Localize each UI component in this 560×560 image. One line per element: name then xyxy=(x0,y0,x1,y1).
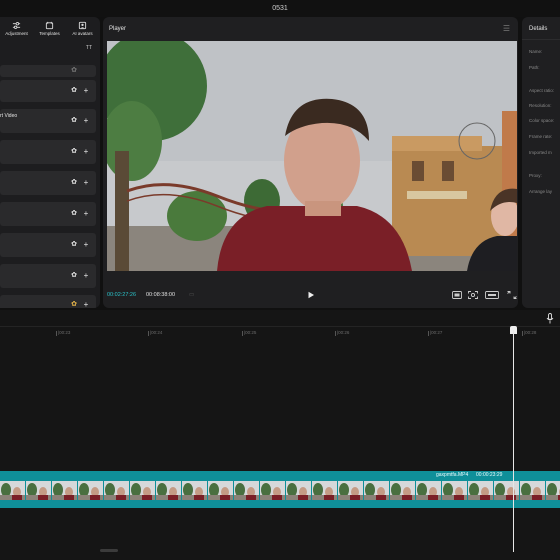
video-preview[interactable] xyxy=(107,41,517,271)
clip-thumbnails xyxy=(0,481,560,500)
star-icon[interactable]: ✿ xyxy=(70,117,78,125)
tab-ai-avatars[interactable]: AI avatars xyxy=(66,17,99,42)
current-time: 00:02:27:26 xyxy=(107,292,137,298)
detail-proxy: Proxy: xyxy=(529,173,542,178)
details-title: Details xyxy=(529,26,548,32)
tab-templates[interactable]: Templates xyxy=(33,17,66,42)
add-icon[interactable]: + xyxy=(82,241,90,249)
clip-name: gaxpmtfa.MP4 xyxy=(436,472,469,478)
timeline-toolbar xyxy=(0,310,560,327)
list-item[interactable]: ✿ + xyxy=(0,140,96,164)
detail-resolution: Resolution: xyxy=(529,103,552,108)
ruler-tick: |00:24 xyxy=(147,330,163,336)
detail-path: Path: xyxy=(529,65,540,70)
tab-adjustment-label: Adjustment xyxy=(5,31,28,36)
list-item[interactable]: ✿ + xyxy=(0,202,96,226)
list-item[interactable]: ✿ + xyxy=(0,233,96,257)
star-icon[interactable]: ✿ xyxy=(70,67,78,75)
panel-tabs: Adjustment Templates AI avatars xyxy=(0,17,100,42)
text-filter[interactable]: TT xyxy=(0,42,100,53)
list-item[interactable]: ✿ + xyxy=(0,295,96,308)
playhead[interactable] xyxy=(513,330,514,552)
text-filter-label: TT xyxy=(85,44,92,51)
sliders-icon xyxy=(12,22,21,29)
star-icon[interactable]: ✿ xyxy=(70,272,78,280)
total-time: 00:08:38:00 xyxy=(146,292,176,298)
fullscreen-icon[interactable] xyxy=(507,291,517,299)
list-item[interactable]: ✿ + xyxy=(0,80,96,102)
fit-icon[interactable] xyxy=(468,291,478,299)
clip-duration: 00:00:23:29 xyxy=(476,472,503,478)
star-icon[interactable]: ✿ xyxy=(70,87,78,95)
detail-name: Name: xyxy=(529,49,543,54)
quality-icon[interactable] xyxy=(485,291,499,299)
ruler-tick: |00:28 xyxy=(521,330,537,336)
ruler-tick: |00:25 xyxy=(241,330,257,336)
tab-templates-label: Templates xyxy=(39,31,60,36)
video-frame xyxy=(107,41,517,271)
ratio-icon[interactable] xyxy=(452,291,462,299)
add-icon[interactable]: + xyxy=(82,148,90,156)
detail-frame-rate: Frame rate: xyxy=(529,134,553,139)
star-icon[interactable]: ✿ xyxy=(70,301,78,308)
add-icon[interactable]: + xyxy=(82,179,90,187)
detail-color-space: Color space: xyxy=(529,118,555,123)
add-icon[interactable]: + xyxy=(82,87,90,95)
ruler-tick: |00:27 xyxy=(427,330,443,336)
ruler-tick: |00:26 xyxy=(334,330,350,336)
time-ruler[interactable]: |00:23 |00:24 |00:25 |00:26 |00:27 |00:2… xyxy=(0,327,560,341)
avatar-icon xyxy=(78,21,87,30)
menu-icon[interactable]: ☰ xyxy=(503,24,510,33)
microphone-icon[interactable] xyxy=(546,313,554,324)
tab-adjustment[interactable]: Adjustment xyxy=(0,17,33,42)
play-icon[interactable] xyxy=(307,291,315,299)
tab-ai-avatars-label: AI avatars xyxy=(72,31,93,36)
list-item[interactable]: ✿ + xyxy=(0,171,96,195)
title-bar: 0531 xyxy=(0,0,560,17)
window-title: 0531 xyxy=(272,5,288,12)
detail-arrange-layers: Arrange lay xyxy=(529,189,553,194)
video-track[interactable]: gaxpmtfa.MP4 00:00:23:29 xyxy=(0,471,560,508)
templates-icon xyxy=(45,21,54,30)
timecode-toggle-icon[interactable]: ▭ xyxy=(189,292,194,298)
list-item[interactable]: ✿ xyxy=(0,65,96,77)
add-icon[interactable]: + xyxy=(82,301,90,309)
detail-aspect-ratio: Aspect ratio: xyxy=(529,88,555,93)
list-item-label: rt Video xyxy=(0,113,18,119)
horizontal-scrollbar[interactable] xyxy=(100,549,118,552)
star-icon[interactable]: ✿ xyxy=(70,179,78,187)
list-item[interactable]: ✿ + xyxy=(0,264,96,288)
add-icon[interactable]: + xyxy=(82,117,90,125)
list-item[interactable]: rt Video ✿ + xyxy=(0,109,96,133)
detail-imported: Imported m xyxy=(529,150,552,155)
details-panel: Details Name: Path: Aspect ratio: Resolu… xyxy=(522,17,560,308)
star-icon[interactable]: ✿ xyxy=(70,148,78,156)
add-icon[interactable]: + xyxy=(82,210,90,218)
ruler-tick: |00:23 xyxy=(55,330,71,336)
player-panel: Player ☰ 00:02:27:26 00:08:38:00 ▭ xyxy=(103,17,518,308)
star-icon[interactable]: ✿ xyxy=(70,210,78,218)
star-icon[interactable]: ✿ xyxy=(70,241,78,249)
divider xyxy=(522,39,560,40)
timeline-panel: |00:23 |00:24 |00:25 |00:26 |00:27 |00:2… xyxy=(0,310,560,560)
player-title: Player xyxy=(109,26,127,32)
media-panel: Adjustment Templates AI avatars TT ✿ ✿ +… xyxy=(0,17,100,308)
add-icon[interactable]: + xyxy=(82,272,90,280)
